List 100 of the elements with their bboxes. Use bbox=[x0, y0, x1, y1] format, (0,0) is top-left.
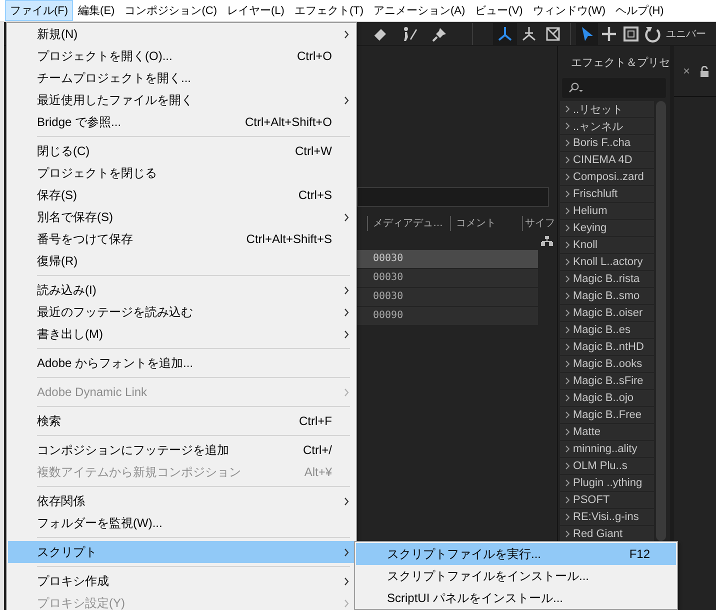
effect-category[interactable]: Magic B..ntHD bbox=[560, 339, 654, 356]
menu-item[interactable]: プロキシ作成 bbox=[8, 570, 355, 592]
effect-category[interactable]: Magic B..es bbox=[560, 322, 654, 339]
menu-item[interactable]: 書き出し(M) bbox=[8, 323, 355, 345]
menu-bar-item[interactable]: 編集(E) bbox=[73, 0, 120, 21]
shortcut-label: Ctrl+Alt+Shift+O bbox=[244, 115, 332, 129]
menu-item[interactable]: スクリプトファイルを実行... F12 bbox=[356, 543, 676, 565]
effect-category[interactable]: ..ャンネル bbox=[560, 118, 654, 135]
effect-category[interactable]: Knoll L..actory bbox=[560, 254, 654, 271]
chevron-icon bbox=[566, 208, 570, 214]
effect-category[interactable]: Magic B..sFire bbox=[560, 373, 654, 390]
menu-bar-item[interactable]: ビュー(V) bbox=[470, 0, 528, 21]
chevron-icon bbox=[566, 292, 570, 300]
square-icon bbox=[624, 26, 638, 41]
effect-category[interactable]: PSOFT bbox=[560, 492, 654, 509]
chevron-icon bbox=[566, 122, 570, 130]
table-cell[interactable]: 00090 bbox=[357, 307, 538, 325]
pointer-icon bbox=[582, 26, 593, 40]
chevron-icon bbox=[566, 446, 570, 452]
menu-item[interactable]: 依存関係 bbox=[8, 490, 355, 512]
toolbar-label: ユニバー bbox=[666, 28, 706, 40]
menu-item[interactable]: プロジェクトを閉じる bbox=[8, 162, 355, 184]
effect-category[interactable]: Magic B..rista bbox=[560, 271, 654, 288]
menu-item[interactable]: 新規(N) bbox=[8, 23, 355, 45]
effect-category[interactable]: Helium bbox=[560, 203, 654, 220]
plus-icon bbox=[600, 25, 618, 42]
hierarchy-icon[interactable] bbox=[541, 236, 553, 246]
menu-item[interactable]: ScriptUI パネルをインストール... bbox=[356, 587, 676, 609]
menu-item[interactable]: スクリプトファイルをインストール... bbox=[356, 565, 676, 587]
menu-item[interactable]: Bridge で参照... Ctrl+Alt+Shift+O bbox=[8, 111, 355, 133]
table-cell[interactable]: 00030 bbox=[357, 250, 538, 268]
menu-item[interactable]: 別名で保存(S) bbox=[8, 206, 355, 228]
column-header[interactable]: コメント bbox=[450, 216, 522, 231]
effect-category[interactable]: Frischluft bbox=[560, 186, 654, 203]
chevron-icon bbox=[566, 224, 570, 232]
chevron-icon bbox=[566, 156, 570, 164]
chevron-icon bbox=[566, 412, 570, 418]
effect-category[interactable]: CINEMA 4D bbox=[560, 152, 654, 169]
chevron-icon bbox=[566, 326, 570, 334]
effect-category[interactable]: ..リセット bbox=[560, 101, 654, 118]
shortcut-label: Ctrl+O bbox=[296, 49, 332, 63]
tool-button[interactable] bbox=[576, 22, 598, 44]
effect-category[interactable]: RE:Visi..g-ins bbox=[560, 509, 654, 526]
column-header[interactable]: メディアデュ… bbox=[367, 216, 450, 231]
menu-item[interactable]: 検索 Ctrl+F bbox=[8, 410, 355, 432]
menu-bar-item[interactable]: アニメーション(A) bbox=[368, 0, 470, 21]
shortcut-label: Ctrl+/ bbox=[302, 443, 332, 457]
menu-item[interactable]: プロジェクトを開く(O)... Ctrl+O bbox=[8, 45, 355, 67]
menu-bar-item[interactable]: ヘルプ(H) bbox=[610, 0, 669, 21]
rotate-icon bbox=[645, 26, 660, 42]
chevron-icon bbox=[566, 174, 570, 180]
lock-icon[interactable] bbox=[700, 66, 709, 76]
search-field[interactable] bbox=[562, 78, 666, 98]
shortcut-label: Alt+¥ bbox=[304, 465, 332, 479]
scrollbar[interactable] bbox=[656, 101, 666, 541]
effect-category[interactable]: Knoll bbox=[560, 237, 654, 254]
menu-item[interactable]: 復帰(R) bbox=[8, 250, 355, 272]
effect-category[interactable]: Magic B..ooks bbox=[560, 356, 654, 373]
menu-item[interactable]: 閉じる(C) Ctrl+W bbox=[8, 140, 355, 162]
effect-category[interactable]: Magic B..smo bbox=[560, 288, 654, 305]
chevron-icon bbox=[566, 378, 570, 384]
search-field[interactable] bbox=[357, 187, 549, 207]
effect-category[interactable]: Magic B..ojo bbox=[560, 390, 654, 407]
menu-item[interactable]: 最近のフッテージを読み込む bbox=[8, 301, 355, 323]
chevron-icon bbox=[566, 242, 570, 248]
effect-category[interactable]: Magic B..oiser bbox=[560, 305, 654, 322]
chevron-icon bbox=[566, 344, 570, 350]
menu-bar-item[interactable]: エフェクト(T) bbox=[289, 0, 368, 21]
shortcut-label: F12 bbox=[629, 547, 650, 561]
close-button[interactable]: × bbox=[683, 64, 690, 78]
shortcut-label: Ctrl+S bbox=[298, 188, 332, 202]
menu-item[interactable]: コンポジションにフッテージを追加 Ctrl+/ bbox=[8, 439, 355, 461]
table-cell[interactable]: 00030 bbox=[357, 269, 538, 287]
menu-item[interactable]: 読み込み(I) bbox=[8, 279, 355, 301]
menu-item[interactable]: 番号をつけて保存 Ctrl+Alt+Shift+S bbox=[8, 228, 355, 250]
view-axis-icon bbox=[546, 26, 560, 40]
menu-item[interactable]: フォルダーを監視(W)... bbox=[8, 512, 355, 534]
effect-category[interactable]: Plugin ..ything bbox=[560, 475, 654, 492]
tool-button[interactable] bbox=[493, 22, 517, 44]
menu-bar-item[interactable]: コンポジション(C) bbox=[120, 0, 222, 21]
chevron-icon bbox=[566, 496, 570, 504]
chevron-icon bbox=[566, 106, 570, 112]
shortcut-label: Ctrl+F bbox=[299, 414, 332, 428]
effect-category[interactable]: Matte bbox=[560, 424, 654, 441]
effect-category[interactable]: OLM Plu..s bbox=[560, 458, 654, 475]
menu-item[interactable]: チームプロジェクトを開く... bbox=[8, 67, 355, 89]
effect-category[interactable]: minning..ality bbox=[560, 441, 654, 458]
menu-bar-item[interactable]: レイヤー(L) bbox=[222, 0, 290, 21]
menu-item[interactable]: 保存(S) Ctrl+S bbox=[8, 184, 355, 206]
table-cell[interactable]: 00030 bbox=[357, 288, 538, 306]
effect-category[interactable]: Composi..zard bbox=[560, 169, 654, 186]
effect-category[interactable]: Keying bbox=[560, 220, 654, 237]
effect-category[interactable]: Boris F..cha bbox=[560, 135, 654, 152]
menu-item[interactable]: 最近使用したファイルを開く bbox=[8, 89, 355, 111]
menu-item[interactable]: Adobe からフォントを追加... bbox=[8, 352, 355, 374]
menu-item[interactable]: スクリプト bbox=[8, 541, 355, 563]
menu-bar-item[interactable]: ファイル(F) bbox=[5, 0, 74, 21]
menu-bar-item[interactable]: ウィンドウ(W) bbox=[528, 0, 611, 21]
axis-icon bbox=[522, 26, 536, 40]
effect-category[interactable]: Magic B..Free bbox=[560, 407, 654, 424]
